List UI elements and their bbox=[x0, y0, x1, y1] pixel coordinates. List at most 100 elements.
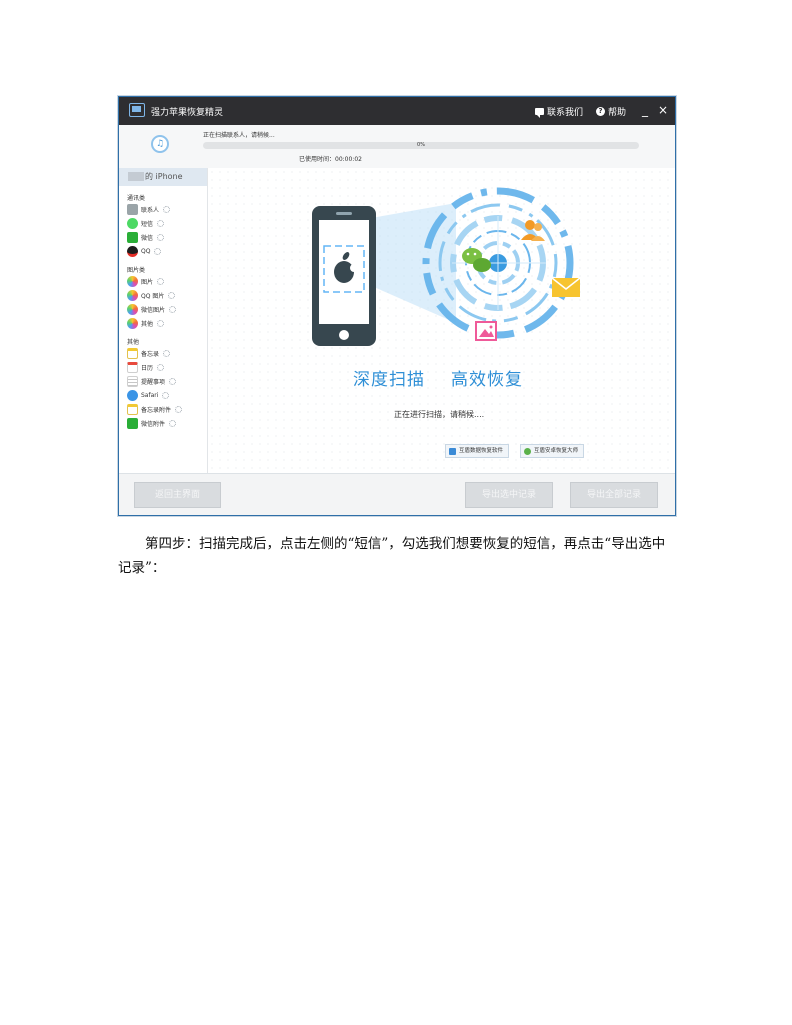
instruction-paragraph: 第四步：扫描完成后，点击左侧的“短信”，勾选我们想要恢复的短信，再点击“导出选中… bbox=[118, 536, 666, 576]
progress-bar: 0% bbox=[203, 142, 639, 149]
sidebar-item-label: 联系人 bbox=[141, 206, 160, 214]
music-note-icon: ♫ bbox=[151, 135, 169, 153]
safari-compass-icon bbox=[127, 389, 138, 401]
progress-percent: 0% bbox=[417, 142, 425, 148]
category-sidebar: 的 iPhone 通讯类 联系人 短信 微信 QQ 图片类 图片 QQ 图片 微… bbox=[119, 168, 208, 473]
close-button[interactable]: × bbox=[656, 102, 670, 118]
sidebar-item-label: 微信图片 bbox=[141, 306, 166, 314]
scan-progress-panel: ♫ 正在扫描联系人，请稍候... 0% 已使用时间：00:00:02 bbox=[119, 125, 675, 169]
wechat-bubbles-icon bbox=[462, 248, 491, 272]
sidebar-item-label: 备忘录附件 bbox=[141, 406, 172, 414]
wechat-icon bbox=[127, 231, 138, 243]
link-label: 互盾数据恢复软件 bbox=[459, 448, 504, 454]
sidebar-item-label: Safari bbox=[141, 391, 159, 399]
loading-spinner-icon bbox=[175, 405, 183, 413]
question-mark-icon: ? bbox=[596, 107, 605, 116]
help-button[interactable]: ? 帮助 bbox=[596, 105, 626, 118]
app-window: 强力苹果恢复精灵 联系我们 ? 帮助 _ × ♫ 正在扫描联系人，请稍候... … bbox=[118, 96, 676, 516]
sidebar-item-contacts[interactable]: 联系人 bbox=[127, 203, 171, 215]
scan-illustration bbox=[312, 187, 581, 346]
sidebar-item-label: 日历 bbox=[141, 364, 154, 372]
contact-us-button[interactable]: 联系我们 bbox=[535, 105, 583, 118]
link-label: 互盾安卓恢复大师 bbox=[534, 448, 579, 454]
loading-spinner-icon bbox=[154, 247, 162, 255]
loading-spinner-icon bbox=[157, 277, 165, 285]
qq-penguin-icon bbox=[127, 245, 138, 257]
device-selector[interactable]: 的 iPhone bbox=[119, 168, 207, 186]
elapsed-time: 已使用时间：00:00:02 bbox=[299, 156, 362, 163]
loading-spinner-icon bbox=[162, 391, 170, 399]
device-label: 的 iPhone bbox=[145, 172, 183, 181]
photos-icon bbox=[127, 317, 138, 329]
contacts-icon bbox=[127, 203, 138, 215]
sidebar-item-safari[interactable]: Safari bbox=[127, 389, 170, 401]
reminders-icon bbox=[127, 375, 138, 387]
sidebar-item-qq-photos[interactable]: QQ 图片 bbox=[127, 289, 176, 301]
back-to-home-button[interactable]: 返回主界面 bbox=[134, 482, 221, 508]
scan-status: 正在扫描联系人，请稍候... bbox=[203, 132, 275, 139]
sidebar-item-reminders[interactable]: 提醒事项 bbox=[127, 375, 177, 387]
photos-icon bbox=[127, 303, 138, 315]
loading-spinner-icon bbox=[157, 319, 165, 327]
export-selected-button[interactable]: 导出选中记录 bbox=[465, 482, 553, 508]
sidebar-item-sms[interactable]: 短信 bbox=[127, 217, 165, 229]
category-title-other: 其他 bbox=[127, 339, 140, 346]
sidebar-item-label: 备忘录 bbox=[141, 350, 160, 358]
app-logo-icon bbox=[129, 103, 145, 117]
loading-spinner-icon bbox=[157, 363, 165, 371]
loading-spinner-icon bbox=[163, 205, 171, 213]
notes-icon bbox=[127, 347, 138, 359]
sidebar-item-wechat-photos[interactable]: 微信图片 bbox=[127, 303, 177, 315]
export-all-button[interactable]: 导出全部记录 bbox=[570, 482, 658, 508]
sidebar-item-label: 提醒事项 bbox=[141, 378, 166, 386]
sidebar-item-label: 图片 bbox=[141, 278, 154, 286]
contact-us-label: 联系我们 bbox=[547, 108, 584, 118]
sidebar-item-notes[interactable]: 备忘录 bbox=[127, 347, 171, 359]
redacted-device-name bbox=[128, 172, 144, 181]
photos-icon bbox=[127, 275, 138, 287]
sidebar-item-label: 微信 bbox=[141, 234, 154, 242]
chat-bubble-icon bbox=[535, 108, 544, 118]
sidebar-item-calendar[interactable]: 日历 bbox=[127, 361, 165, 373]
mail-envelope-icon bbox=[551, 277, 581, 297]
category-title-images: 图片类 bbox=[127, 267, 146, 274]
notes-attachment-icon bbox=[127, 403, 138, 415]
loading-spinner-icon bbox=[163, 349, 171, 357]
loading-spinner-icon bbox=[169, 305, 177, 313]
loading-spinner-icon bbox=[157, 233, 165, 241]
sidebar-item-other-photos[interactable]: 其他 bbox=[127, 317, 165, 329]
headline-deep-scan: 深度扫描 bbox=[353, 370, 425, 390]
data-recovery-software-link[interactable]: 互盾数据恢复软件 bbox=[445, 444, 510, 458]
software-logo-icon bbox=[449, 447, 456, 455]
action-footer: 返回主界面 导出选中记录 导出全部记录 bbox=[119, 473, 675, 515]
picture-icon bbox=[475, 321, 497, 341]
sidebar-item-label: 微信附件 bbox=[141, 420, 166, 428]
scanning-message: 正在进行扫描，请稍候.... bbox=[394, 410, 485, 419]
sidebar-item-wechat[interactable]: 微信 bbox=[127, 231, 165, 243]
scan-main-panel: 深度扫描 高效恢复 正在进行扫描，请稍候.... 互盾数据恢复软件 互盾安卓恢复大… bbox=[208, 168, 675, 473]
sidebar-item-label: 其他 bbox=[141, 320, 154, 328]
wechat-icon bbox=[127, 417, 138, 429]
sidebar-item-label: QQ 图片 bbox=[141, 292, 165, 300]
calendar-icon bbox=[127, 361, 138, 373]
sms-icon bbox=[127, 217, 138, 229]
loading-spinner-icon bbox=[168, 291, 176, 299]
window-title: 强力苹果恢复精灵 bbox=[151, 108, 224, 118]
category-title-communication: 通讯类 bbox=[127, 195, 146, 202]
sidebar-item-label: 短信 bbox=[141, 220, 154, 228]
sidebar-item-wechat-attachments[interactable]: 微信附件 bbox=[127, 417, 177, 429]
minimize-button[interactable]: _ bbox=[638, 102, 652, 118]
android-recovery-link[interactable]: 互盾安卓恢复大师 bbox=[520, 444, 585, 458]
title-bar: 强力苹果恢复精灵 联系我们 ? 帮助 _ × bbox=[119, 97, 675, 125]
sidebar-item-photos[interactable]: 图片 bbox=[127, 275, 165, 287]
photos-icon bbox=[127, 289, 138, 301]
loading-spinner-icon bbox=[157, 219, 165, 227]
android-logo-icon bbox=[524, 447, 531, 455]
loading-spinner-icon bbox=[169, 419, 177, 427]
headline: 深度扫描 高效恢复 bbox=[353, 365, 523, 390]
sidebar-item-label: QQ bbox=[141, 247, 151, 255]
headline-efficient-recovery: 高效恢复 bbox=[451, 370, 523, 390]
sidebar-item-note-attachments[interactable]: 备忘录附件 bbox=[127, 403, 183, 415]
sidebar-item-qq[interactable]: QQ bbox=[127, 245, 162, 257]
help-label: 帮助 bbox=[608, 108, 627, 118]
